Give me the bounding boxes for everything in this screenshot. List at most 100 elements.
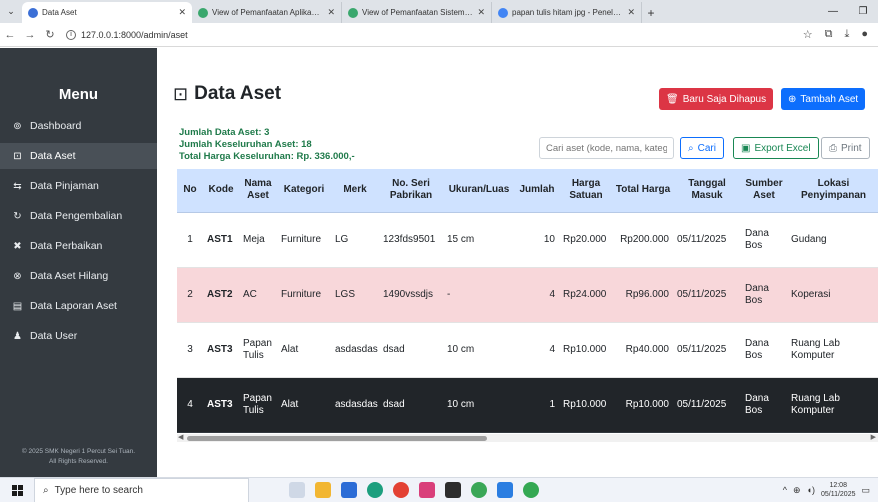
table-cell: AC bbox=[239, 267, 277, 323]
table-header-cell[interactable]: No bbox=[177, 169, 203, 213]
back-icon[interactable]: ← bbox=[0, 29, 20, 41]
print-button[interactable]: ⎙ Print bbox=[821, 137, 870, 159]
sidebar-item[interactable]: ⊡ Data Aset bbox=[0, 143, 157, 169]
table-row[interactable]: 2 AST2 AC Furniture LGS 1490vssdjs -4 Rp24.000 R… bbox=[177, 267, 878, 323]
add-asset-button[interactable]: ⊕ Tambah Aset bbox=[781, 88, 866, 110]
table-cell: Rp20.000 bbox=[559, 212, 613, 268]
windows-taskbar: ⌕ Type here to search ^ ⊕ ◖) 12:08 05/11… bbox=[0, 477, 878, 502]
tab-close-icon[interactable]: ✕ bbox=[178, 7, 186, 18]
table-cell: Rp24.000 bbox=[559, 267, 613, 323]
edge-icon[interactable] bbox=[367, 482, 383, 498]
table-row[interactable]: 1 AST1 Meja Furniture LG 123fds9501 15 cm 10 Rp2… bbox=[177, 212, 878, 268]
table-cell: Dana Bos bbox=[741, 267, 787, 323]
sidebar-item[interactable]: ⊗ Data Aset Hilang bbox=[0, 263, 157, 289]
notification-icon[interactable]: ▭ bbox=[861, 485, 870, 496]
table-header-cell[interactable]: Merk bbox=[331, 169, 379, 213]
bookmark-star-icon[interactable]: ☆ bbox=[803, 28, 813, 41]
tab-close-icon[interactable]: ✕ bbox=[477, 7, 485, 18]
url-field[interactable]: i 127.0.0.1:8000/admin/aset bbox=[66, 29, 188, 40]
x-circle-icon: ⊗ bbox=[13, 270, 22, 282]
tab-title: View of Pemanfaatan Sistem Inf bbox=[362, 8, 474, 17]
tab-close-icon[interactable]: ✕ bbox=[327, 7, 335, 18]
task-view-icon[interactable] bbox=[289, 482, 305, 498]
table-cell: 3 bbox=[177, 322, 203, 378]
app-icon[interactable] bbox=[497, 482, 513, 498]
download-icon[interactable]: ⤓ bbox=[844, 28, 849, 41]
sidebar-item[interactable]: ↻ Data Pengembalian bbox=[0, 203, 157, 229]
search-button[interactable]: ⌕ Cari bbox=[680, 137, 724, 159]
volume-icon[interactable]: ◖) bbox=[807, 485, 815, 495]
tab-favicon-icon bbox=[348, 7, 358, 18]
address-bar: ← → ↻ i 127.0.0.1:8000/admin/aset ☆ ⧉ ⤓ … bbox=[0, 23, 878, 47]
dashboard-icon: ⊚ bbox=[13, 120, 22, 132]
browser-tab[interactable]: Data Aset ✕ bbox=[22, 2, 192, 23]
table-header-cell[interactable]: Sumber Aset bbox=[741, 169, 787, 213]
sidebar-item[interactable]: ♟ Data User bbox=[0, 323, 157, 349]
tab-list-chevron-icon[interactable]: ⌄ bbox=[0, 0, 22, 23]
table-cell: Alat bbox=[277, 322, 331, 378]
table-cell: Ruang Lab Komputer bbox=[787, 322, 878, 378]
sidebar-item-label: Data Aset Hilang bbox=[30, 270, 109, 282]
new-tab-button[interactable]: + bbox=[642, 2, 660, 23]
printer-icon: ⎙ bbox=[829, 142, 837, 154]
sidebar-title: Menu bbox=[58, 86, 99, 103]
scroll-left-icon[interactable]: ◀ bbox=[178, 433, 183, 441]
tab-title: Data Aset bbox=[42, 8, 77, 17]
tab-favicon-icon bbox=[28, 7, 38, 18]
table-header-cell[interactable]: No. Seri Pabrikan bbox=[379, 169, 443, 213]
maximize-icon[interactable]: ❐ bbox=[848, 6, 878, 17]
tab-close-icon[interactable]: ✕ bbox=[627, 7, 635, 18]
table-header-cell[interactable]: Ukuran/Luas bbox=[443, 169, 515, 213]
table-header-cell[interactable]: Total Harga bbox=[613, 169, 673, 213]
sidebar-item-label: Data Aset bbox=[30, 150, 76, 162]
file-explorer-icon[interactable] bbox=[315, 482, 331, 498]
sidebar-item[interactable]: ▤ Data Laporan Aset bbox=[0, 293, 157, 319]
main-content: ⊡ Data Aset 🗑 Baru Saja Dihapus ⊕ Tambah… bbox=[157, 48, 878, 477]
terminal-icon[interactable] bbox=[445, 482, 461, 498]
sidebar: Menu ⊚ Dashboard ⊡ Data Aset ⇆ Data Pinjaman ↻… bbox=[0, 48, 157, 477]
browser-tab[interactable]: View of Pemanfaatan Aplikasi M ✕ bbox=[192, 2, 342, 23]
table-row[interactable]: 3 AST3 Papan Tulis Alat asdasdas dsad 10 cm 4 Rp… bbox=[177, 322, 878, 378]
table-header-cell[interactable]: Tanggal Masuk bbox=[673, 169, 741, 213]
table-header-cell[interactable]: Jumlah bbox=[515, 169, 559, 213]
sidebar-item-label: Dashboard bbox=[30, 120, 82, 132]
store-icon[interactable] bbox=[341, 482, 357, 498]
clock[interactable]: 12:08 05/11/2025 bbox=[821, 481, 856, 499]
minimize-icon[interactable]: — bbox=[818, 6, 848, 17]
reload-icon[interactable]: ↻ bbox=[40, 28, 60, 41]
sidebar-item[interactable]: ✖ Data Perbaikan bbox=[0, 233, 157, 259]
table-cell: 123fds9501 bbox=[379, 212, 443, 268]
table-header-cell[interactable]: Lokasi Penyimpanan bbox=[787, 169, 878, 213]
chrome-profile-icon[interactable] bbox=[471, 482, 487, 498]
chrome-icon[interactable] bbox=[393, 482, 409, 498]
windows-start-icon[interactable] bbox=[0, 484, 34, 496]
table-header-cell[interactable]: Kode bbox=[203, 169, 239, 213]
sidebar-item-label: Data Perbaikan bbox=[30, 240, 103, 252]
taskbar-search[interactable]: ⌕ Type here to search bbox=[34, 477, 249, 502]
recently-deleted-button[interactable]: 🗑 Baru Saja Dihapus bbox=[659, 88, 774, 110]
table-cell: 4 bbox=[515, 267, 559, 323]
table-header-cell[interactable]: Harga Satuan bbox=[559, 169, 613, 213]
scrollbar-thumb[interactable] bbox=[187, 436, 487, 441]
chrome-profile-icon[interactable] bbox=[523, 482, 539, 498]
forward-icon[interactable]: → bbox=[20, 29, 40, 41]
extensions-icon[interactable]: ⧉ bbox=[825, 28, 833, 41]
search-input[interactable] bbox=[539, 137, 674, 159]
profile-icon[interactable]: ● bbox=[861, 28, 868, 41]
app-icon[interactable] bbox=[419, 482, 435, 498]
table-header-cell[interactable]: Kategori bbox=[277, 169, 331, 213]
network-icon[interactable]: ⊕ bbox=[793, 485, 801, 496]
sidebar-item[interactable]: ⇆ Data Pinjaman bbox=[0, 173, 157, 199]
table-row[interactable]: 4 AST3 Papan Tulis Alat asdasdas dsad 10 cm 1 Rp… bbox=[177, 377, 878, 433]
tray-chevron-icon[interactable]: ^ bbox=[783, 485, 787, 495]
browser-tab[interactable]: View of Pemanfaatan Sistem Inf ✕ bbox=[342, 2, 492, 23]
sidebar-item[interactable]: ⊚ Dashboard bbox=[0, 113, 157, 139]
table-cell: Dana Bos bbox=[741, 212, 787, 268]
scroll-right-icon[interactable]: ▶ bbox=[871, 433, 876, 441]
site-info-icon[interactable]: i bbox=[66, 29, 76, 40]
horizontal-scrollbar[interactable]: ◀ ▶ bbox=[177, 434, 878, 442]
browser-tab[interactable]: papan tulis hitam jpg - Penelusu ✕ bbox=[492, 2, 642, 23]
table-cell: 05/11/2025 bbox=[673, 267, 741, 323]
export-excel-button[interactable]: ▣ Export Excel bbox=[733, 137, 819, 159]
table-header-cell[interactable]: Nama Aset bbox=[239, 169, 277, 213]
